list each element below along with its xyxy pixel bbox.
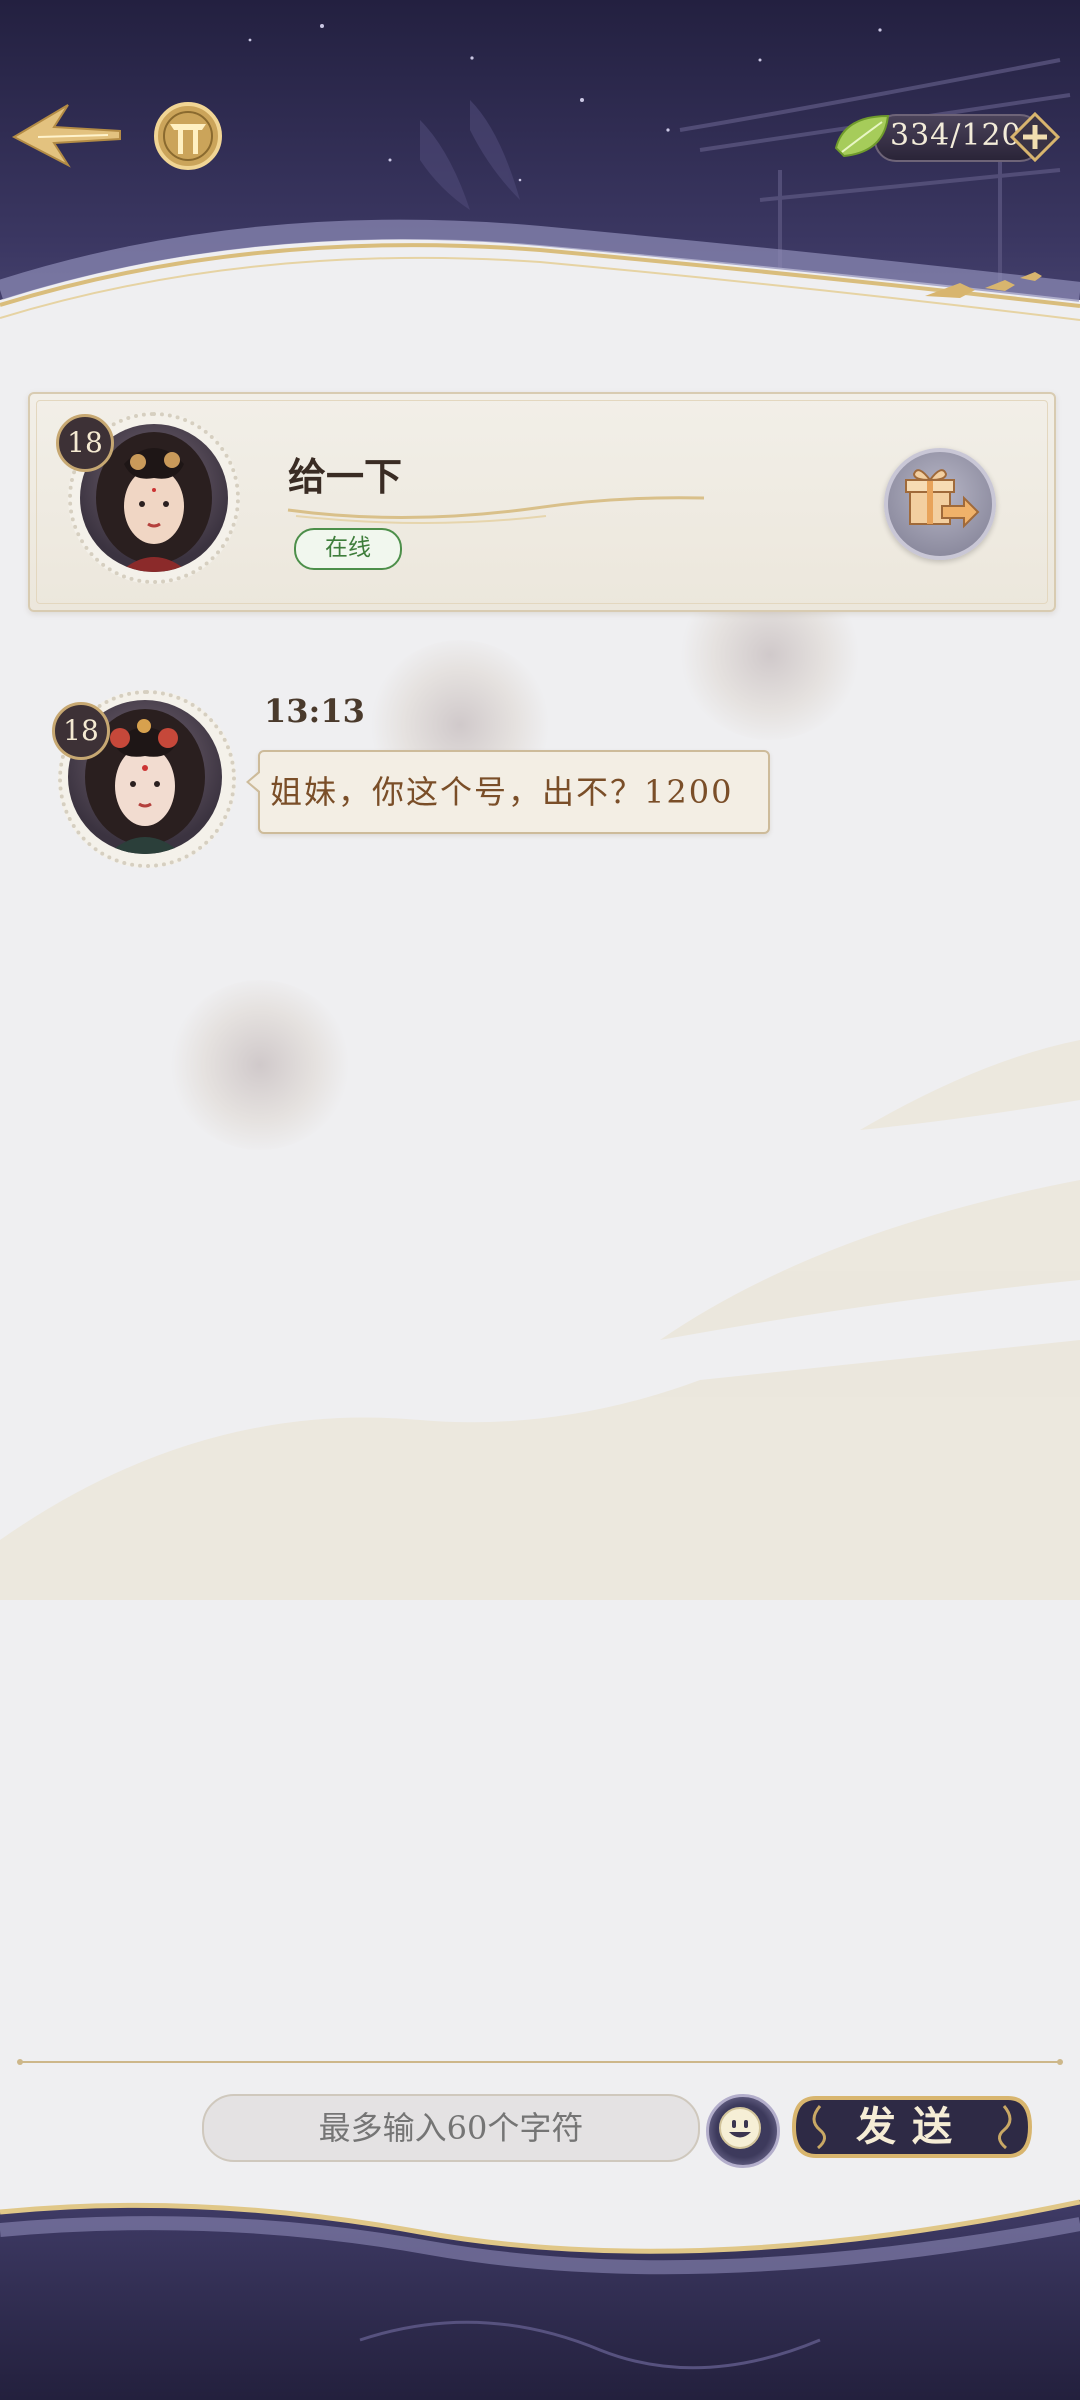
gift-send-icon xyxy=(905,469,980,529)
leaf-icon xyxy=(834,114,890,158)
emoji-button[interactable] xyxy=(706,2094,780,2168)
gate-menu-icon xyxy=(154,102,222,170)
footer-wave-decoration xyxy=(0,2199,1080,2400)
name-flourish xyxy=(287,496,705,524)
night-sky-banner xyxy=(0,0,1080,345)
contact-card[interactable]: 18 给一下 在线 xyxy=(28,392,1056,612)
back-button[interactable] xyxy=(8,95,128,175)
plus-icon xyxy=(1009,111,1061,163)
menu-button[interactable] xyxy=(152,100,224,172)
send-label: 发送 xyxy=(856,2103,968,2150)
back-arrow-icon xyxy=(11,104,121,168)
message-text: 姐妹，你这个号，出不？1200 xyxy=(270,773,734,811)
contact-level-badge: 18 xyxy=(56,414,114,472)
sparkle-orb xyxy=(170,980,350,1150)
header-bar: 334/120 xyxy=(0,0,1080,345)
emoji-icon xyxy=(719,2107,761,2149)
add-currency-button[interactable] xyxy=(1009,111,1061,163)
background-cloud-decoration xyxy=(0,1040,1080,1600)
message-timestamp: 13:13 xyxy=(264,692,365,730)
message-input[interactable] xyxy=(202,2094,700,2162)
send-gift-button[interactable] xyxy=(884,448,996,560)
send-button[interactable]: 发送 xyxy=(790,2094,1034,2160)
online-status-badge: 在线 xyxy=(294,528,402,570)
composer-divider xyxy=(17,2059,1063,2065)
message-bubble[interactable]: 姐妹，你这个号，出不？1200 xyxy=(246,750,770,834)
currency-counter: 334/120 xyxy=(830,108,1062,164)
message-level-badge: 18 xyxy=(52,702,110,760)
currency-value: 334/120 xyxy=(890,118,1022,153)
